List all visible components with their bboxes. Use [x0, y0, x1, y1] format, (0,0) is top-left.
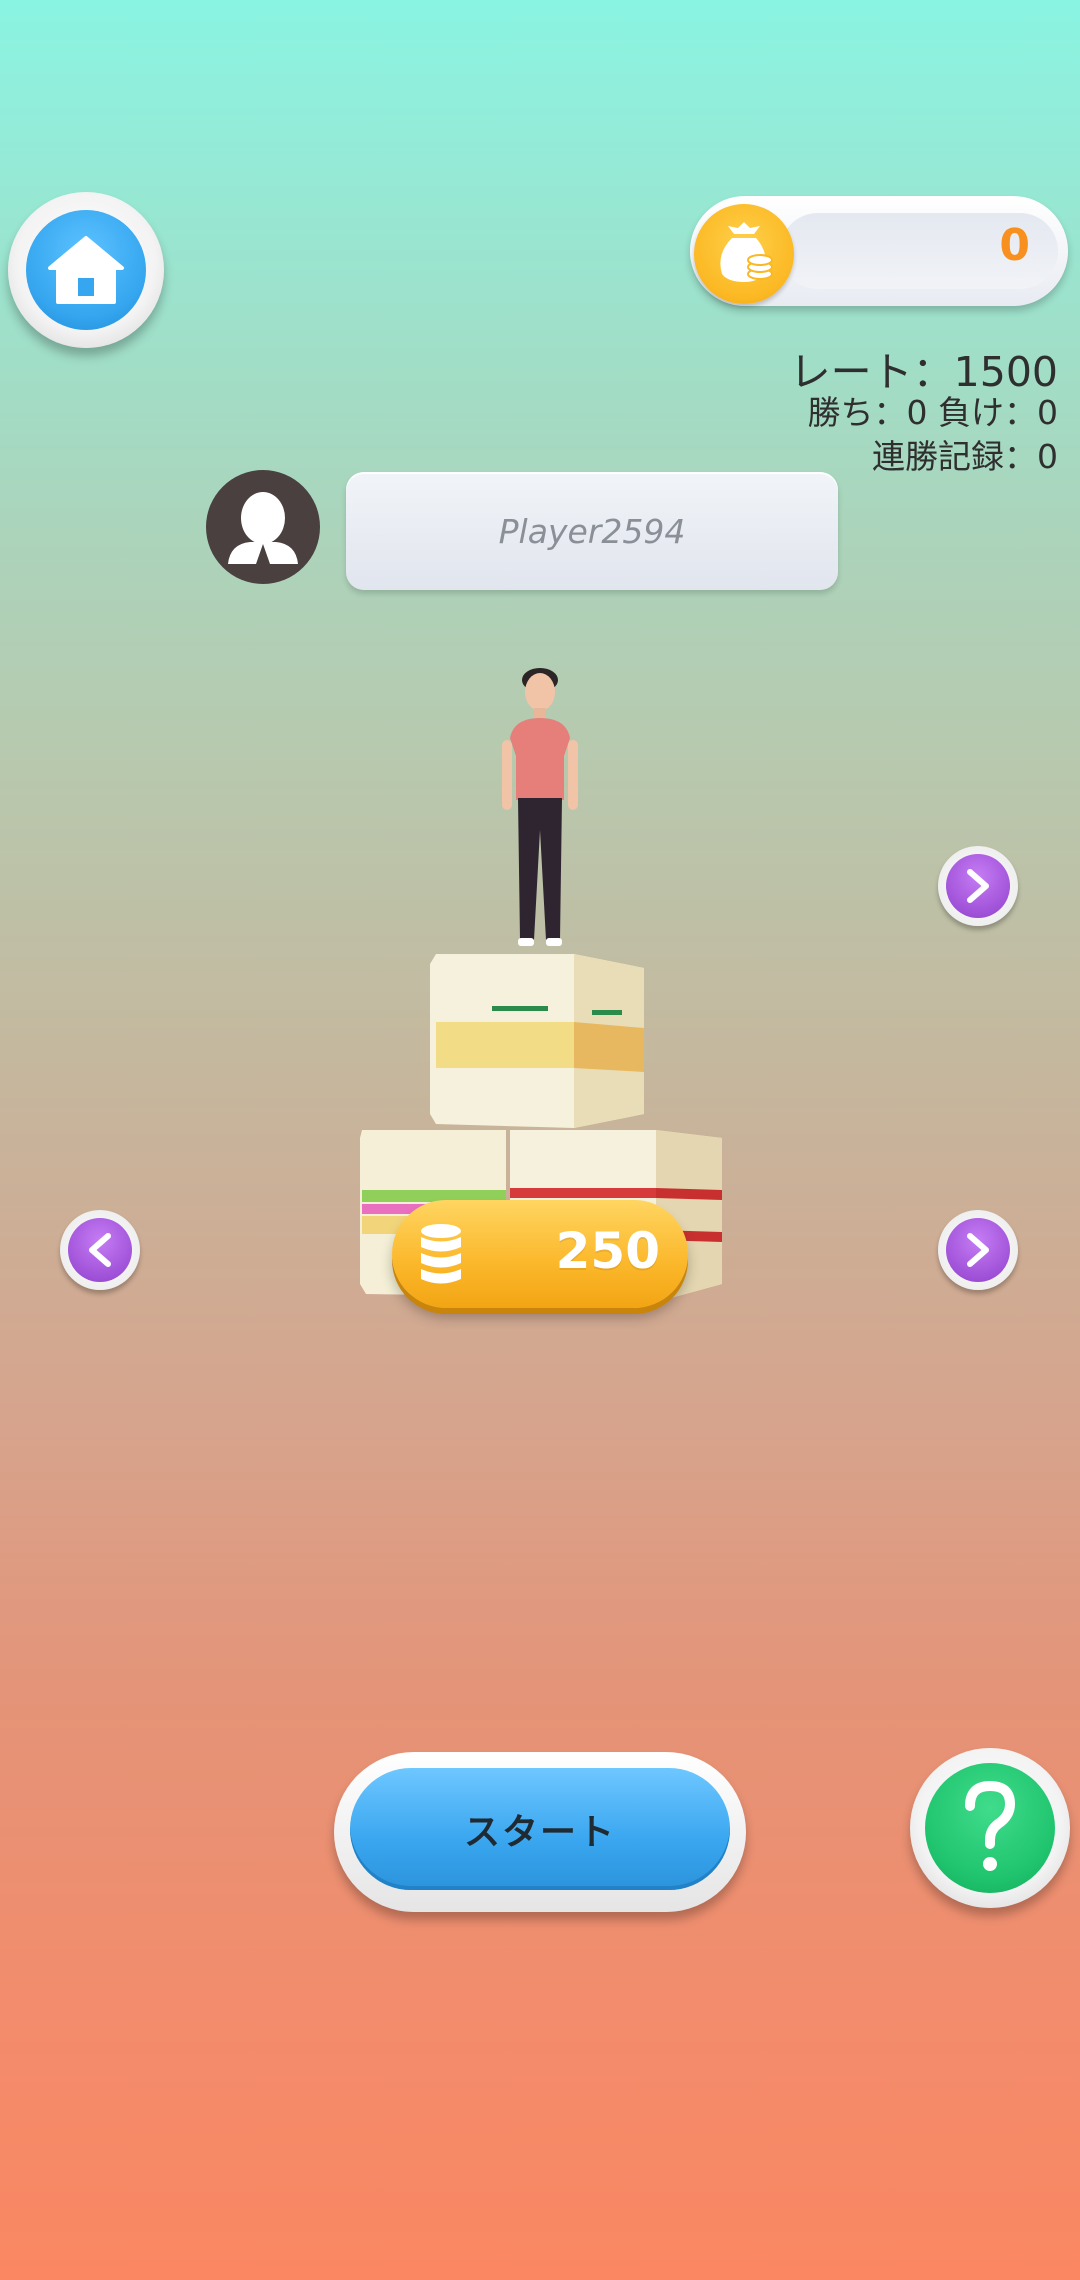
chevron-right-icon — [967, 1233, 989, 1267]
question-mark-icon — [965, 1780, 1016, 1871]
start-label: スタート — [463, 1812, 616, 1853]
next-character-button[interactable] — [938, 1210, 1018, 1290]
player-name-field[interactable]: Player2594 — [346, 472, 838, 590]
money-bag-icon — [694, 204, 794, 304]
streak-label: 連勝記録：0 — [872, 437, 1058, 476]
player-name: Player2594 — [498, 511, 686, 551]
home-button[interactable] — [8, 192, 164, 348]
character-figure — [502, 668, 578, 946]
user-avatar-icon — [206, 470, 320, 584]
help-button[interactable] — [910, 1748, 1070, 1908]
coin-count: 0 — [999, 220, 1030, 271]
price-value: 250 — [555, 1222, 660, 1280]
home-icon — [48, 236, 124, 304]
chevron-left-icon — [89, 1233, 111, 1267]
prev-character-button[interactable] — [60, 1210, 140, 1290]
next-upper-button[interactable] — [938, 846, 1018, 926]
character-price-tag: 250 — [392, 1200, 688, 1308]
win-loss-label: 勝ち：0 負け：0 — [807, 393, 1058, 432]
start-button[interactable]: スタート — [334, 1752, 746, 1912]
coin-stack-icon — [421, 1224, 461, 1284]
chevron-right-icon — [967, 869, 989, 903]
